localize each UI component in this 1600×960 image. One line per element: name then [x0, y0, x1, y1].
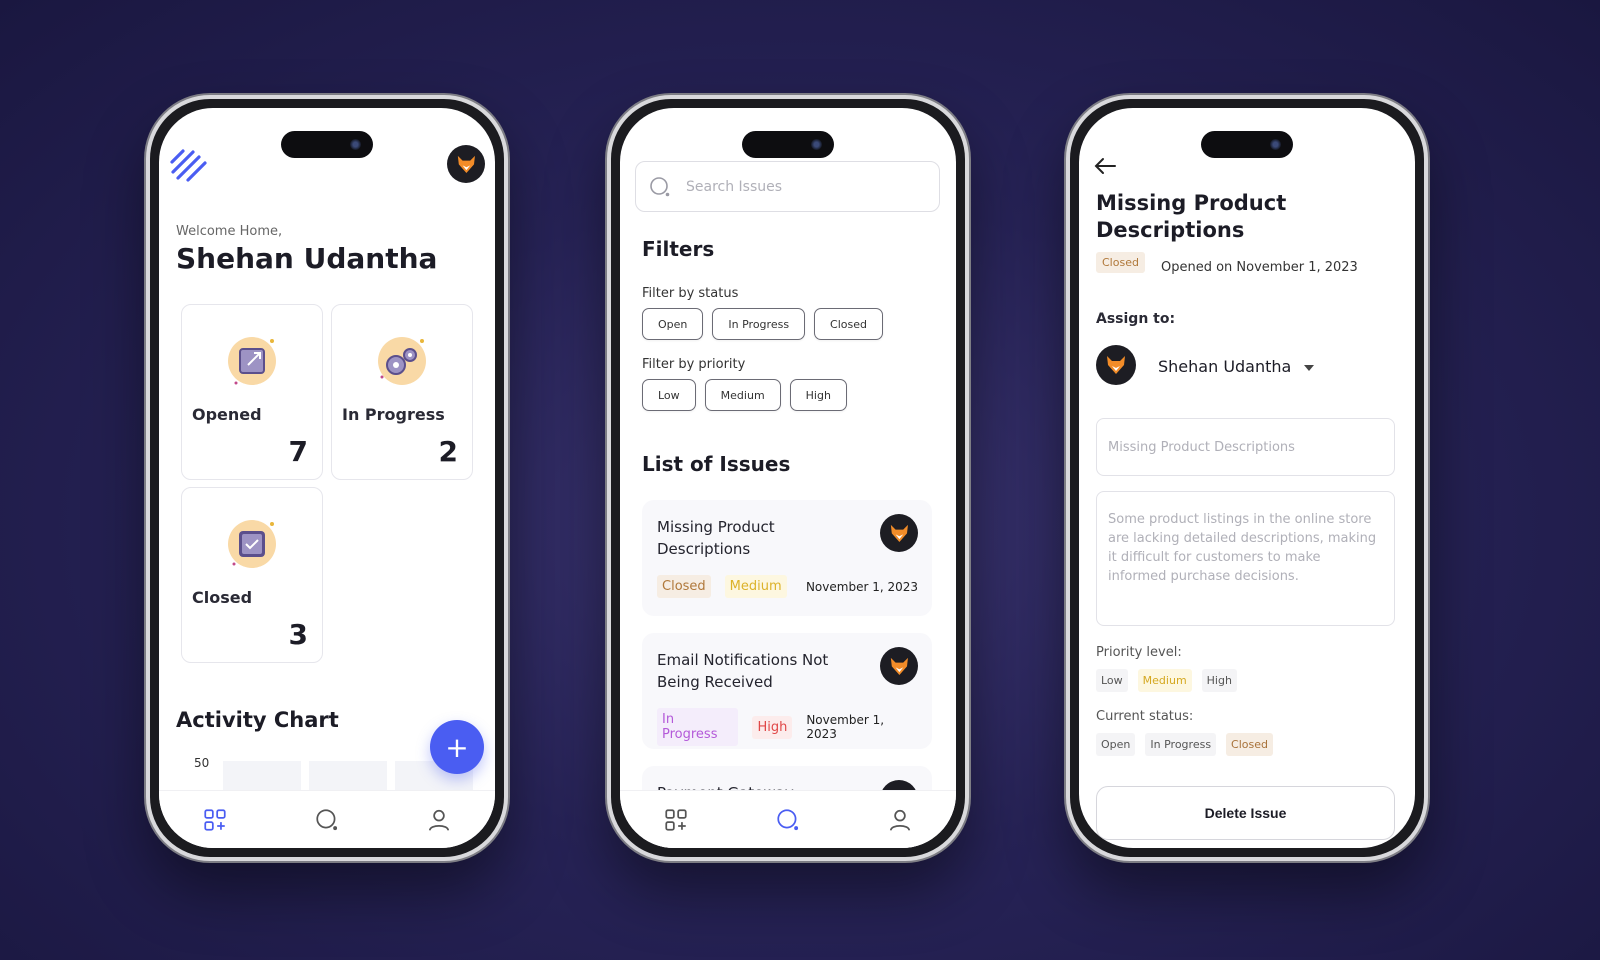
- status-badge: Closed: [657, 575, 711, 598]
- dashboard-icon[interactable]: [202, 807, 228, 833]
- bottom-nav: [620, 790, 956, 848]
- assignee-avatar: [880, 647, 918, 685]
- phone-issue-detail: Missing Product Descriptions Closed Open…: [1066, 95, 1428, 861]
- assignee-dropdown[interactable]: Shehan Udantha: [1158, 357, 1291, 376]
- issue-detail-screen: Missing Product Descriptions Closed Open…: [1079, 108, 1415, 848]
- fox-avatar-icon: [890, 657, 908, 675]
- gears-icon: [378, 337, 426, 385]
- filter-status-label: Filter by status: [642, 286, 739, 301]
- status-option-in-progress[interactable]: In Progress: [1145, 733, 1217, 756]
- status-badge: In Progress: [657, 708, 739, 746]
- bottom-nav: [159, 790, 495, 848]
- priority-filter-chips: Low Medium High: [642, 379, 847, 411]
- chevron-down-icon[interactable]: [1304, 365, 1314, 371]
- issue-meta: In Progress High November 1, 2023: [657, 708, 918, 746]
- dynamic-island: [1201, 131, 1293, 158]
- opened-stat-card[interactable]: Opened 7: [181, 304, 323, 480]
- profile-nav-icon[interactable]: [426, 807, 452, 833]
- closed-check-icon: [228, 520, 276, 568]
- fox-avatar-icon: [1107, 356, 1125, 374]
- priority-level-label: Priority level:: [1096, 645, 1182, 660]
- profile-avatar[interactable]: [447, 145, 485, 183]
- issue-card[interactable]: Email Notifications Not Being Received I…: [642, 633, 932, 749]
- dashboard-icon[interactable]: [663, 807, 689, 833]
- fox-avatar-icon: [457, 155, 475, 173]
- status-badge: Closed: [1096, 252, 1145, 273]
- priority-options: Low Medium High: [1096, 669, 1237, 692]
- welcome-subtitle: Welcome Home,: [176, 224, 283, 239]
- filter-chip-low[interactable]: Low: [642, 379, 696, 411]
- add-issue-button[interactable]: +: [430, 720, 484, 774]
- chart-y-tick: 50: [194, 756, 210, 770]
- fox-avatar-icon: [890, 524, 908, 542]
- filters-title: Filters: [642, 237, 715, 261]
- search-icon: [650, 176, 670, 196]
- assignee-avatar: [1096, 345, 1136, 385]
- filter-chip-high[interactable]: High: [789, 379, 847, 411]
- issue-card[interactable]: Missing Product Descriptions Closed Medi…: [642, 500, 932, 616]
- priority-option-high[interactable]: High: [1201, 669, 1237, 692]
- priority-badge: High: [752, 715, 793, 739]
- priority-option-low[interactable]: Low: [1096, 669, 1128, 692]
- issue-description-field[interactable]: [1096, 491, 1395, 626]
- app-logo-icon: [170, 149, 207, 182]
- stat-count: 3: [288, 618, 308, 651]
- dynamic-island: [281, 131, 373, 158]
- list-of-issues-title: List of Issues: [642, 452, 791, 476]
- filter-priority-label: Filter by priority: [642, 357, 746, 372]
- status-options: Open In Progress Closed: [1096, 733, 1273, 756]
- opened-icon: [228, 337, 276, 385]
- in-progress-stat-card[interactable]: In Progress 2: [331, 304, 473, 480]
- search-nav-icon[interactable]: [775, 807, 801, 833]
- delete-issue-button[interactable]: Delete Issue: [1096, 786, 1395, 840]
- search-nav-icon[interactable]: [314, 807, 340, 833]
- stat-count: 2: [438, 435, 458, 468]
- stat-count: 7: [288, 435, 308, 468]
- dynamic-island: [742, 131, 834, 158]
- issues-screen: Filters Filter by status Open In Progres…: [620, 108, 956, 848]
- search-bar[interactable]: [635, 161, 940, 212]
- issue-title: Email Notifications Not Being Received: [657, 651, 829, 691]
- filter-chip-open[interactable]: Open: [642, 308, 704, 340]
- issue-date: November 1, 2023: [806, 713, 885, 741]
- search-input[interactable]: [686, 178, 906, 195]
- user-name-heading: Shehan Udantha: [176, 242, 438, 275]
- issue-detail-title: Missing Product Descriptions: [1096, 191, 1287, 242]
- filter-chip-closed[interactable]: Closed: [814, 308, 883, 340]
- issue-title: Missing Product Descriptions: [657, 518, 775, 558]
- issue-date: November 1, 2023: [805, 579, 918, 594]
- stat-label: In Progress: [342, 405, 445, 424]
- stat-label: Closed: [192, 588, 253, 607]
- issue-title-field[interactable]: [1096, 418, 1395, 476]
- profile-nav-icon[interactable]: [887, 807, 913, 833]
- closed-stat-card[interactable]: Closed 3: [181, 487, 323, 663]
- assign-to-label: Assign to:: [1096, 311, 1176, 327]
- phone-home: Welcome Home, Shehan Udantha Opened 7 In…: [146, 95, 508, 861]
- issue-meta: Closed Medium November 1, 2023: [657, 575, 918, 598]
- assignee-avatar: [880, 514, 918, 552]
- filter-chip-in-progress[interactable]: In Progress: [712, 308, 806, 340]
- activity-chart-title: Activity Chart: [176, 708, 339, 732]
- current-status-label: Current status:: [1096, 709, 1194, 724]
- priority-option-medium[interactable]: Medium: [1137, 669, 1192, 692]
- home-screen: Welcome Home, Shehan Udantha Opened 7 In…: [159, 108, 495, 848]
- opened-date: Opened on November 1, 2023: [1161, 260, 1358, 275]
- priority-badge: Medium: [724, 575, 787, 598]
- back-arrow-icon[interactable]: [1093, 156, 1117, 176]
- phone-issues: Filters Filter by status Open In Progres…: [607, 95, 969, 861]
- status-option-open[interactable]: Open: [1096, 733, 1136, 756]
- stat-label: Opened: [192, 405, 262, 424]
- status-option-closed[interactable]: Closed: [1226, 733, 1273, 756]
- status-filter-chips: Open In Progress Closed: [642, 308, 883, 340]
- filter-chip-medium[interactable]: Medium: [704, 379, 781, 411]
